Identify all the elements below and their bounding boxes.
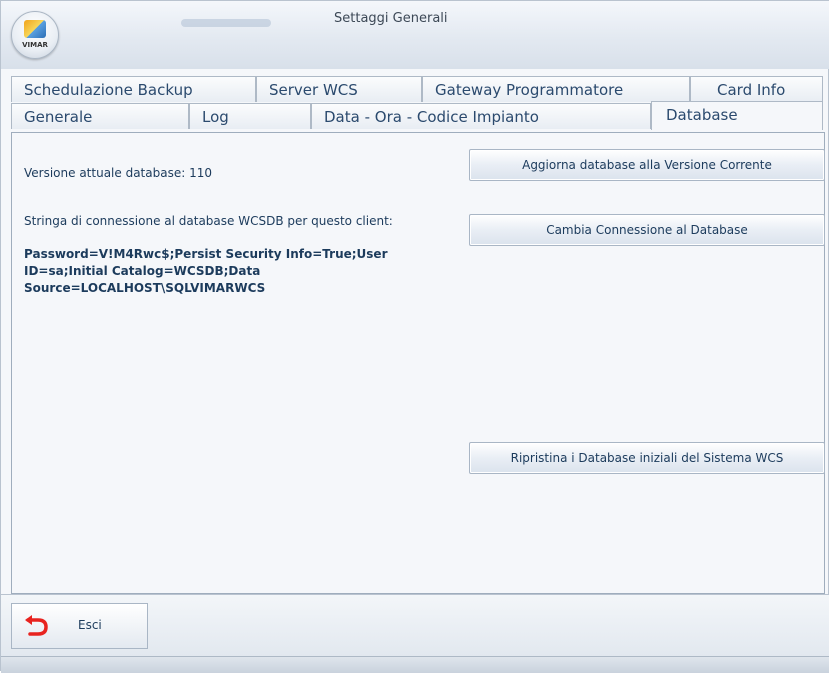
- back-arrow-icon: [25, 615, 48, 636]
- tab-schedulazione-backup[interactable]: Schedulazione Backup: [11, 76, 256, 102]
- tab-gateway-programmatore[interactable]: Gateway Programmatore: [422, 76, 690, 102]
- status-bar: [1, 656, 829, 673]
- title-bar: VIMAR Settaggi Generali: [1, 1, 829, 69]
- update-database-button[interactable]: Aggiorna database alla Versione Corrente: [469, 149, 825, 181]
- connection-label: Stringa di connessione al database WCSDB…: [24, 214, 393, 228]
- tab-database[interactable]: Database: [651, 101, 823, 130]
- tab-generale[interactable]: Generale: [11, 103, 189, 129]
- connection-string-line-2: ID=sa;Initial Catalog=WCSDB;Data: [24, 264, 261, 278]
- tab-strip: Schedulazione Backup Server WCS Gateway …: [11, 76, 823, 130]
- exit-button[interactable]: Esci: [11, 603, 148, 649]
- tab-data-ora-codice-impianto[interactable]: Data - Ora - Codice Impianto: [311, 103, 651, 129]
- restore-databases-button[interactable]: Ripristina i Database iniziali del Siste…: [469, 442, 825, 474]
- tab-card-info[interactable]: Card Info: [690, 76, 823, 102]
- connection-string-line-1: Password=V!M4Rwc$;Persist Security Info=…: [24, 247, 388, 261]
- version-label-text: Versione attuale database:: [24, 166, 186, 180]
- version-label: Versione attuale database: 110: [24, 166, 212, 180]
- logo-text: VIMAR: [22, 41, 48, 49]
- exit-label: Esci: [78, 618, 102, 632]
- change-connection-button[interactable]: Cambia Connessione al Database: [469, 214, 825, 246]
- tab-server-wcs[interactable]: Server WCS: [256, 76, 422, 102]
- tab-log[interactable]: Log: [189, 103, 311, 129]
- app-logo[interactable]: VIMAR: [11, 11, 59, 59]
- window-title: Settaggi Generali: [334, 11, 448, 26]
- bottom-bar: Esci: [1, 594, 829, 657]
- titlebar-decoration: [181, 19, 271, 27]
- settings-window: VIMAR Settaggi Generali Schedulazione Ba…: [0, 0, 829, 673]
- logo-mark-icon: [24, 20, 46, 38]
- version-value: 110: [189, 166, 212, 180]
- database-panel: Versione attuale database: 110 Aggiorna …: [11, 132, 825, 594]
- connection-string-line-3: Source=LOCALHOST\SQLVIMARWCS: [24, 281, 266, 295]
